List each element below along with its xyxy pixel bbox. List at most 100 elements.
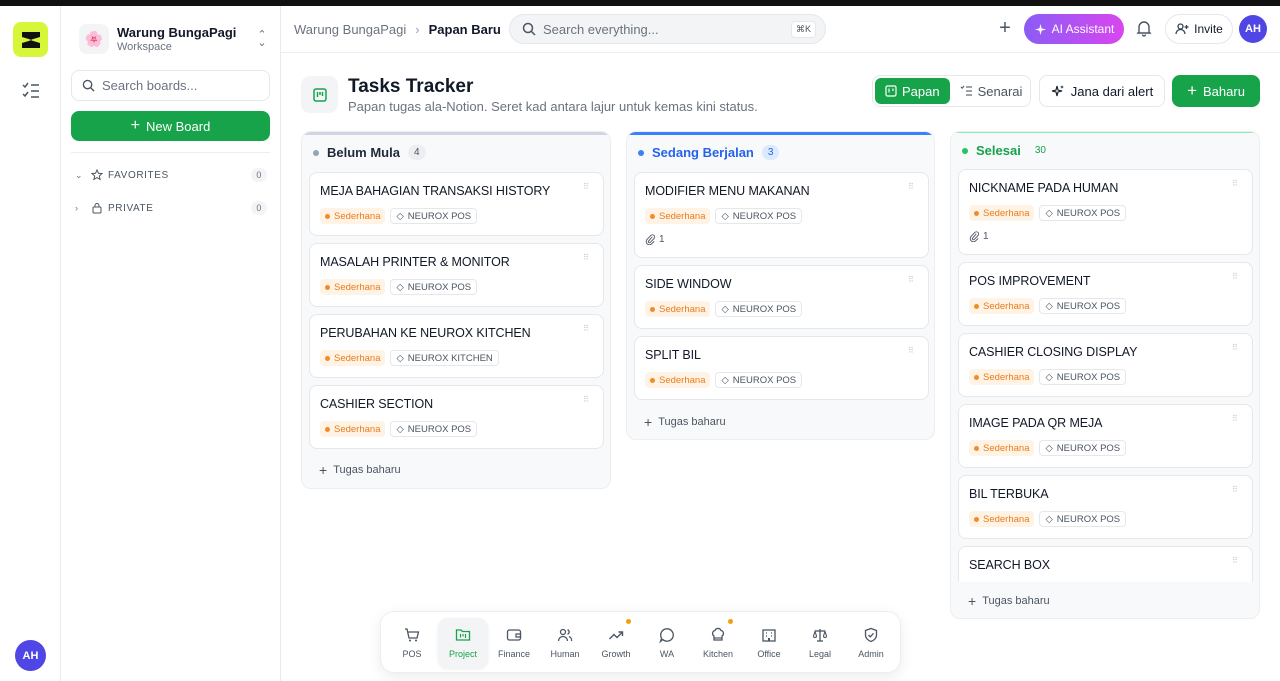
drag-handle-icon[interactable]: ⠿ (583, 183, 591, 197)
global-search-input[interactable] (543, 21, 783, 37)
dock-item-project[interactable]: Project (438, 618, 488, 668)
status-dot (313, 149, 319, 156)
chat-bubble-icon (659, 628, 674, 643)
task-card[interactable]: CASHIER SECTION ⠿ Sederhana ◇ NEUROX POS (309, 385, 604, 449)
task-card[interactable]: POS IMPROVEMENT ⠿ Sederhana ◇ NEUROX POS (958, 262, 1253, 326)
create-plus-icon[interactable]: + (995, 18, 1015, 39)
sidebar-section-favorites[interactable]: ⌄ FAVORITES 0 (75, 165, 267, 185)
project-tag: ◇ NEUROX POS (1039, 298, 1127, 314)
chevron-down-icon: ⌄ (75, 169, 84, 180)
ai-assistant-button[interactable]: AI Assistant (1024, 14, 1124, 44)
plus-icon: + (319, 462, 328, 478)
column-count: 3 (761, 145, 780, 160)
board-search-input[interactable] (102, 78, 252, 93)
card-title: SPLIT BIL (645, 348, 701, 362)
tasks-list-icon[interactable] (21, 82, 41, 100)
drag-handle-icon[interactable]: ⠿ (583, 396, 591, 410)
workspace-flower-icon: 🌸 (79, 24, 109, 54)
module-dock: POS Project Finance Human Growth WA Kitc… (380, 611, 901, 673)
user-avatar[interactable]: AH (15, 640, 46, 671)
status-dot (962, 147, 968, 154)
dock-item-wa[interactable]: WA (642, 618, 692, 668)
board-search[interactable] (71, 70, 270, 101)
view-list-button[interactable]: Senarai (950, 78, 1033, 104)
priority-badge: Sederhana (645, 301, 711, 317)
folder-kanban-icon (455, 629, 471, 641)
sidebar-divider (71, 152, 270, 153)
new-board-button[interactable]: + New Board (71, 111, 270, 141)
list-check-icon (960, 85, 972, 96)
app-logo[interactable] (13, 22, 48, 57)
column-header: Belum Mula 4 (313, 145, 426, 160)
drag-handle-icon[interactable]: ⠿ (583, 254, 591, 268)
priority-badge: Sederhana (969, 298, 1035, 314)
priority-badge: Sederhana (645, 372, 711, 388)
card-title: IMAGE PADA QR MEJA (969, 416, 1103, 430)
chevron-up-down-icon: ⌃ ⌄ (257, 29, 267, 49)
tag-icon: ◇ (1045, 442, 1053, 454)
generate-from-alert-button[interactable]: Jana dari alert (1039, 75, 1165, 107)
project-tag: ◇ NEUROX POS (390, 208, 478, 224)
task-card[interactable]: PERUBAHAN KE NEUROX KITCHEN ⠿ Sederhana … (309, 314, 604, 378)
add-task-button[interactable]: + Tugas baharu (968, 593, 1050, 609)
column-accent-bar (951, 132, 1259, 133)
task-card[interactable]: MASALAH PRINTER & MONITOR ⠿ Sederhana ◇ N… (309, 243, 604, 307)
drag-handle-icon[interactable]: ⠿ (1232, 344, 1240, 358)
tag-icon: ◇ (396, 352, 404, 364)
wallet-icon (506, 629, 522, 641)
dock-item-pos[interactable]: POS (387, 618, 437, 668)
drag-handle-icon[interactable]: ⠿ (1232, 486, 1240, 500)
drag-handle-icon[interactable]: ⠿ (908, 347, 916, 361)
project-tag: ◇ NEUROX POS (390, 421, 478, 437)
sidebar-section-private[interactable]: › PRIVATE 0 (75, 198, 267, 218)
new-task-button[interactable]: + Baharu (1172, 75, 1260, 107)
plus-icon: + (968, 593, 977, 609)
notification-dot (728, 619, 733, 624)
drag-handle-icon[interactable]: ⠿ (1232, 180, 1240, 194)
dock-item-legal[interactable]: Legal (795, 618, 845, 668)
header-user-avatar[interactable]: AH (1239, 15, 1267, 43)
view-board-button[interactable]: Papan (875, 78, 950, 104)
breadcrumb-current: Papan Baru (428, 22, 501, 37)
dock-item-finance[interactable]: Finance (489, 618, 539, 668)
priority-badge: Sederhana (320, 421, 386, 437)
drag-handle-icon[interactable]: ⠿ (1232, 273, 1240, 287)
drag-handle-icon[interactable]: ⠿ (583, 325, 591, 339)
task-card[interactable]: SEARCH BOX ⠿ (958, 546, 1253, 582)
workspace-switcher[interactable]: 🌸 Warung BungaPagi Workspace ⌃ ⌄ (79, 22, 269, 56)
building-icon (762, 629, 776, 642)
task-card[interactable]: MEJA BAHAGIAN TRANSAKSI HISTORY ⠿ Sederh… (309, 172, 604, 236)
card-title: MODIFIER MENU MAKANAN (645, 184, 810, 198)
shield-icon (864, 627, 878, 643)
breadcrumb-workspace[interactable]: Warung BungaPagi (294, 22, 406, 37)
view-toggle: Papan Senarai (872, 75, 1031, 107)
workspace-subtitle: Workspace (117, 41, 172, 53)
task-card[interactable]: SPLIT BIL ⠿ Sederhana ◇ NEUROX POS (634, 336, 929, 400)
priority-badge: Sederhana (320, 208, 386, 224)
dock-item-human[interactable]: Human (540, 618, 590, 668)
global-search[interactable]: ⌘K (509, 14, 826, 44)
dock-item-admin[interactable]: Admin (846, 618, 896, 668)
task-card[interactable]: BIL TERBUKA ⠿ Sederhana ◇ NEUROX POS (958, 475, 1253, 539)
add-task-button[interactable]: + Tugas baharu (644, 414, 726, 430)
bell-icon[interactable] (1135, 19, 1155, 39)
add-task-button[interactable]: + Tugas baharu (319, 462, 401, 478)
drag-handle-icon[interactable]: ⠿ (1232, 415, 1240, 429)
dock-item-kitchen[interactable]: Kitchen (693, 618, 743, 668)
drag-handle-icon[interactable]: ⠿ (1232, 557, 1240, 571)
task-card[interactable]: SIDE WINDOW ⠿ Sederhana ◇ NEUROX POS (634, 265, 929, 329)
task-card[interactable]: IMAGE PADA QR MEJA ⠿ Sederhana ◇ NEUROX P… (958, 404, 1253, 468)
priority-badge: Sederhana (969, 440, 1035, 456)
dock-item-growth[interactable]: Growth (591, 618, 641, 668)
project-tag: ◇ NEUROX KITCHEN (390, 350, 499, 366)
dock-item-office[interactable]: Office (744, 618, 794, 668)
boards-sidebar: 🌸 Warung BungaPagi Workspace ⌃⌄ + New Bo… (61, 6, 281, 681)
task-card[interactable]: NICKNAME PADA HUMAN ⠿ Sederhana ◇ NEUROX … (958, 169, 1253, 255)
drag-handle-icon[interactable]: ⠿ (908, 276, 916, 290)
priority-badge: Sederhana (320, 350, 386, 366)
task-card[interactable]: MODIFIER MENU MAKANAN ⠿ Sederhana ◇ NEURO… (634, 172, 929, 258)
drag-handle-icon[interactable]: ⠿ (908, 183, 916, 197)
task-card[interactable]: CASHIER CLOSING DISPLAY ⠿ Sederhana ◇ NEU… (958, 333, 1253, 397)
invite-button[interactable]: Invite (1165, 14, 1233, 44)
priority-badge: Sederhana (645, 208, 711, 224)
